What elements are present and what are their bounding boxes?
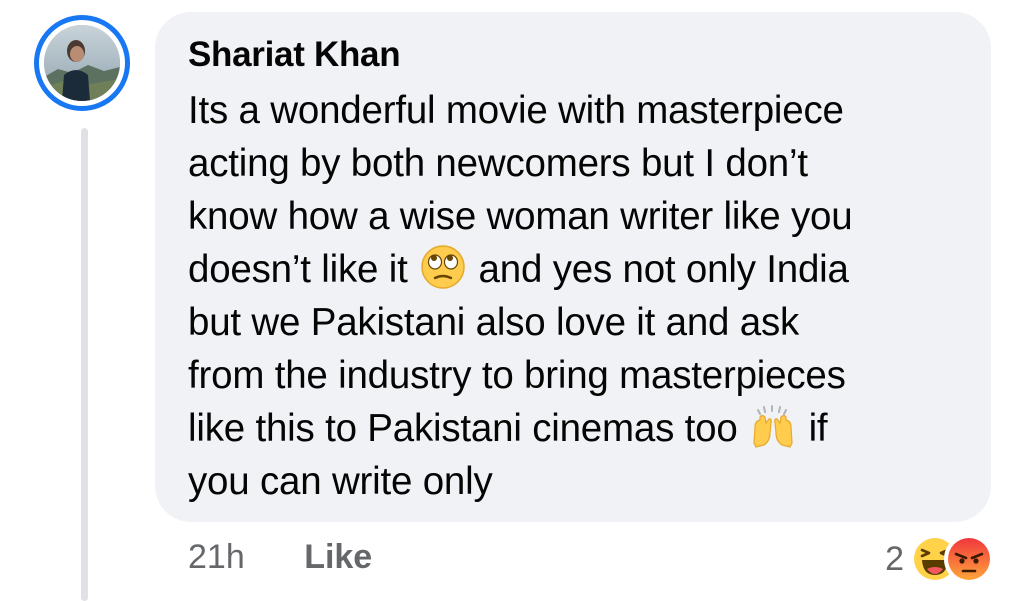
avatar-story-ring[interactable] (34, 15, 130, 111)
raising-hands-icon (753, 405, 793, 448)
angry-reaction-icon (944, 534, 994, 584)
like-button[interactable]: Like (304, 538, 372, 577)
comment-line-text: if (798, 407, 828, 450)
comment-line-text: but we Pakistani also love it and ask (188, 301, 800, 344)
avatar-photo (44, 25, 120, 101)
comment-line: but we Pakistani also love it and ask (188, 296, 961, 349)
comment-line: doesn’t like it and yes not only India (188, 243, 961, 296)
comment-bubble: Shariat Khan Its a wonderful movie with … (155, 12, 991, 522)
comment-line-text: and yes not only India (468, 248, 849, 291)
reaction-count[interactable]: 2 (885, 540, 904, 579)
reactions-summary[interactable]: 2 (885, 534, 994, 584)
comment-actions: 21h Like (188, 538, 372, 577)
comment-line-text: acting by both newcomers but I don’t (188, 142, 808, 185)
comment-line: acting by both newcomers but I don’t (188, 137, 961, 190)
comment-author[interactable]: Shariat Khan (188, 34, 961, 76)
face-with-rolling-eyes-icon (421, 245, 465, 289)
comment-thread: Shariat Khan Its a wonderful movie with … (0, 0, 1024, 601)
comment-line: from the industry to bring masterpieces (188, 349, 961, 402)
comment-timestamp[interactable]: 21h (188, 538, 245, 577)
comment-line-text: from the industry to bring masterpieces (188, 354, 846, 397)
comment-line: like this to Pakistani cinemas too if (188, 402, 961, 455)
comment-text: Its a wonderful movie with masterpiece a… (188, 84, 961, 508)
comment-line-text: you can write only (188, 460, 493, 503)
comment-line: you can write only (188, 455, 961, 508)
comment-line-text: like this to Pakistani cinemas too (188, 407, 749, 450)
comment-line: know how a wise woman writer like you (188, 190, 961, 243)
thread-line (81, 128, 88, 601)
avatar[interactable] (44, 25, 120, 101)
comment-line-text: doesn’t like it (188, 248, 419, 291)
comment-line-text: know how a wise woman writer like you (188, 195, 853, 238)
comment-line-text: Its a wonderful movie with masterpiece (188, 89, 844, 132)
comment-line: Its a wonderful movie with masterpiece (188, 84, 961, 137)
